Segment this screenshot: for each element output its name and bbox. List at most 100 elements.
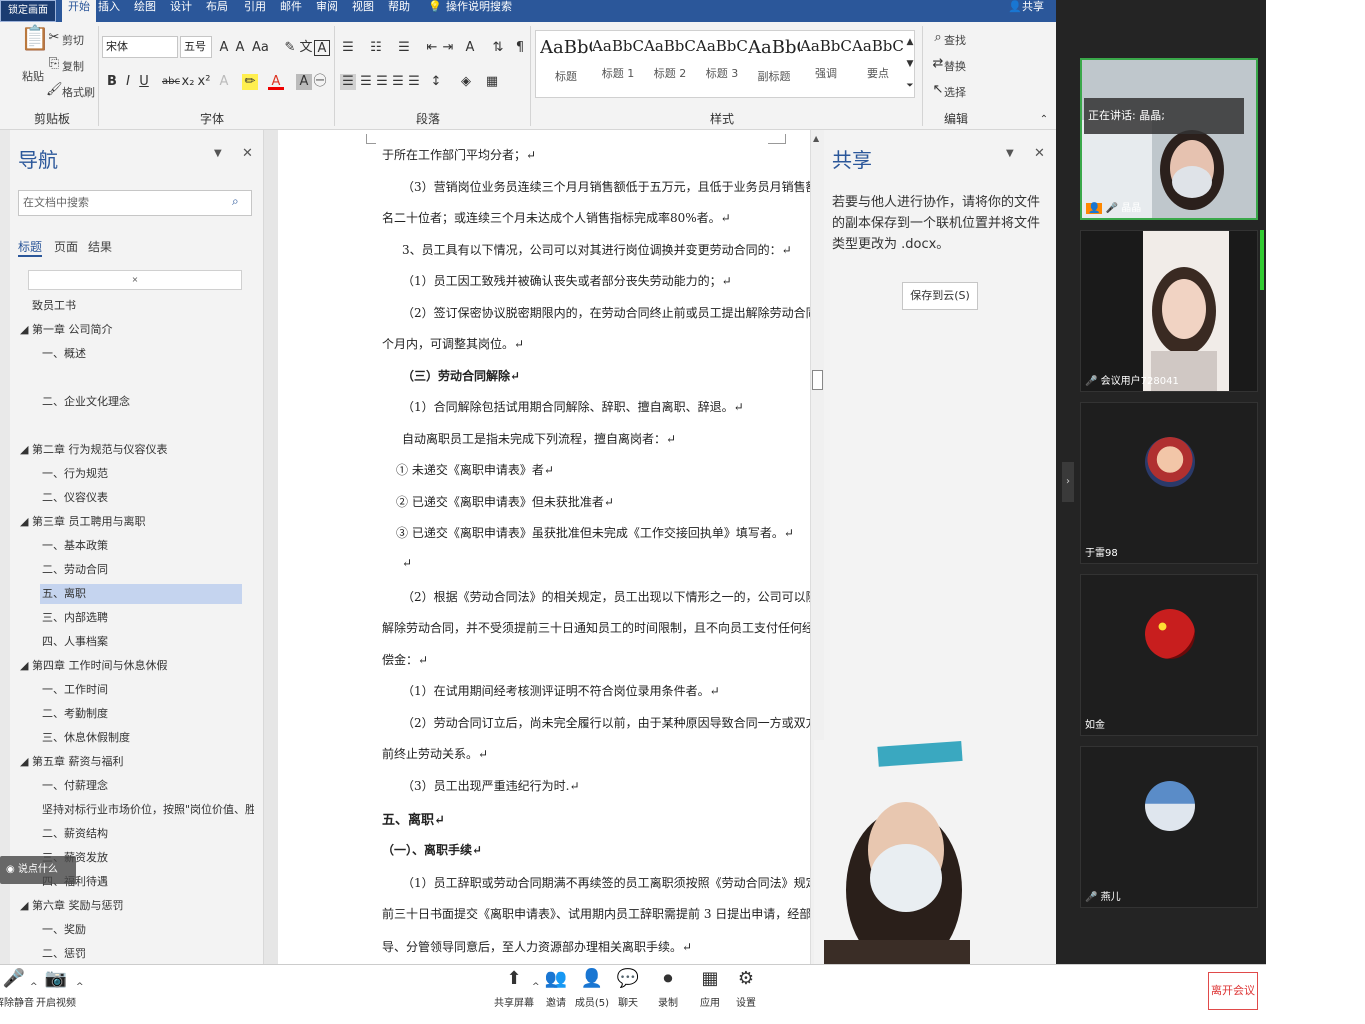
font-size-combo[interactable]: 五号 [180,36,212,58]
nav-heading-item[interactable]: 四、人事档案 [18,632,254,652]
scroll-up-icon[interactable]: ▲ [813,134,819,143]
ribbon-tab[interactable]: 审阅 [316,0,338,22]
share-options-chevron-icon[interactable]: ^ [532,982,540,992]
text-effects-icon[interactable]: A [216,74,232,90]
nav-heading-item[interactable]: ◢ 第二章 行为规范与仪容仪表 [18,440,254,460]
shrink-font-icon[interactable]: A [232,40,248,56]
ribbon-tab[interactable]: 引用 [244,0,266,22]
select-button[interactable]: 选择 [944,84,966,100]
apps-button[interactable]: ▦ 应用 [690,968,730,1009]
strikethrough-icon[interactable]: abc [162,74,180,90]
nav-heading-item[interactable]: 一、付薪理念 [18,776,254,796]
nav-heading-item[interactable]: 一、奖励 [18,920,254,940]
nav-tab-headings[interactable]: 标题 [18,238,43,257]
shading-icon[interactable]: ◈ [458,74,474,90]
nav-heading-item[interactable]: ◢ 第六章 奖励与惩罚 [18,896,254,916]
nav-heading-item[interactable]: 五、离职 [40,584,242,604]
format-painter-button[interactable]: 格式刷 [62,84,95,100]
nav-heading-item[interactable]: 坚持对标行业市场价位，按照"岗位价值、胜任能... [18,800,254,820]
align-right-icon[interactable]: ☰ [374,74,390,90]
font-name-combo[interactable]: 宋体 [102,36,178,58]
superscript-icon[interactable]: x² [196,74,212,90]
collapse-panel-icon[interactable]: › [1062,462,1074,502]
bold-icon[interactable]: B [104,74,120,90]
participant-tile[interactable]: 如金 [1080,574,1258,736]
ribbon-tab[interactable]: 绘图 [134,0,156,22]
share-icon[interactable]: 👤 [1008,0,1022,22]
nav-search-input[interactable]: 在文档中搜索 [18,190,252,216]
share-screen-button[interactable]: ⬆ 共享屏幕 [494,968,534,1009]
invite-button[interactable]: 👥 邀请 [536,968,576,1009]
nav-heading-item[interactable]: ◢ 第一章 公司简介 [18,320,254,340]
multilevel-list-icon[interactable]: ☰ [396,40,412,56]
nav-heading-item[interactable]: 一、行为规范 [18,464,254,484]
replace-button[interactable]: 替换 [944,58,966,74]
decrease-indent-icon[interactable]: ⇤ [424,40,440,56]
increase-indent-icon[interactable]: ⇥ [440,40,456,56]
nav-heading-item[interactable]: 二、劳动合同 [18,560,254,580]
font-color-icon[interactable]: A [268,74,284,90]
nav-heading-item[interactable]: 三、内部选聘 [18,608,254,628]
align-left-icon[interactable]: ☰ [340,74,356,90]
numbering-icon[interactable]: ☷ [368,40,384,56]
participant-tile[interactable]: 🎤 燕儿 [1080,746,1258,908]
copy-button[interactable]: 复制 [62,58,84,74]
style-item[interactable]: AaBbCı 副标题 [748,31,800,89]
format-painter-icon[interactable]: 🖌 [46,82,63,98]
style-item[interactable]: AaBbC 标题 [540,31,592,89]
share-close-icon[interactable]: ✕ [1034,146,1045,161]
nav-heading-item[interactable]: 二、薪资结构 [18,824,254,844]
nav-heading-item[interactable]: 一、基本政策 [18,536,254,556]
nav-heading-item[interactable]: 二、仪容仪表 [18,488,254,508]
ribbon-tab[interactable]: 邮件 [280,0,302,22]
phonetic-guide-icon[interactable]: 文 [298,40,314,56]
grow-font-icon[interactable]: A [216,40,232,56]
line-spacing-icon[interactable]: ↕ [428,74,444,90]
settings-button[interactable]: ⚙ 设置 [726,968,766,1009]
nav-heading-item[interactable]: 二、惩罚 [18,944,254,964]
style-item[interactable]: AaBbC 标题 1 [592,31,644,89]
clear-format-icon[interactable]: ✎ [282,40,298,56]
ribbon-tab[interactable]: 布局 [206,0,228,22]
mute-options-chevron-icon[interactable]: ^ [30,982,38,992]
nav-tab-pages[interactable]: 页面 [54,238,78,255]
enclose-char-icon[interactable]: ㊀ [312,74,328,90]
find-button[interactable]: 查找 [944,32,966,48]
locked-screen-badge[interactable]: 锁定画面 [0,0,56,22]
chinese-layout-icon[interactable]: A [462,40,478,56]
style-item[interactable]: AaBbCcD 要点 [852,31,904,89]
paste-button[interactable]: 粘贴 [22,68,44,84]
heading-placeholder-box[interactable]: × [28,270,242,290]
nav-options-icon[interactable]: ▼ [214,148,222,159]
highlight-icon[interactable]: ✏ [242,74,258,90]
underline-icon[interactable]: U [136,74,152,90]
nav-heading-item[interactable]: ◢ 第三章 员工聘用与离职 [18,512,254,532]
justify-icon[interactable]: ☰ [390,74,406,90]
document-page[interactable]: 于所在工作部门平均分者；↵ （3）营销岗位业务员连续三个月月销售额低于五万元，且低… [278,130,838,964]
nav-heading-item[interactable]: ◢ 第五章 薪资与福利 [18,752,254,772]
nav-heading-item[interactable]: 二、企业文化理念 [18,392,254,412]
gallery-more-icon[interactable]: ⏷ [902,78,918,94]
nav-heading-item[interactable]: ◢ 第四章 工作时间与休息休假 [18,656,254,676]
participant-tile[interactable]: 于雷98 [1080,402,1258,564]
ribbon-tab[interactable]: 插入 [98,0,120,22]
bullets-icon[interactable]: ☰ [340,40,356,56]
subscript-icon[interactable]: x₂ [180,74,196,90]
participant-tile[interactable]: 🎤 会议用户728041 [1080,230,1258,392]
video-options-chevron-icon[interactable]: ^ [76,982,84,992]
style-item[interactable]: AaBbCcD 标题 3 [696,31,748,89]
share-button[interactable]: 共享 [1022,0,1044,22]
chat-input-overlay[interactable]: ◉ 说点什么 [0,856,76,884]
leave-meeting-button[interactable]: 离开会议 [1208,972,1258,1010]
change-case-icon[interactable]: Aa [252,40,269,56]
tell-me-search[interactable]: 操作说明搜索 [446,0,512,22]
style-item[interactable]: AaBbCcI 标题 2 [644,31,696,89]
chat-button[interactable]: 💬 聊天 [608,968,648,1009]
start-video-button[interactable]: 📷 开启视频 [36,968,76,1009]
style-item[interactable]: AaBbCcDı 强调 [800,31,852,89]
distributed-icon[interactable]: ☰ [406,74,422,90]
save-to-cloud-button[interactable]: 保存到云(S) [902,282,978,310]
italic-icon[interactable]: I [120,74,136,90]
search-icon[interactable]: ⌕ [232,194,239,209]
share-options-icon[interactable]: ▼ [1006,148,1014,159]
